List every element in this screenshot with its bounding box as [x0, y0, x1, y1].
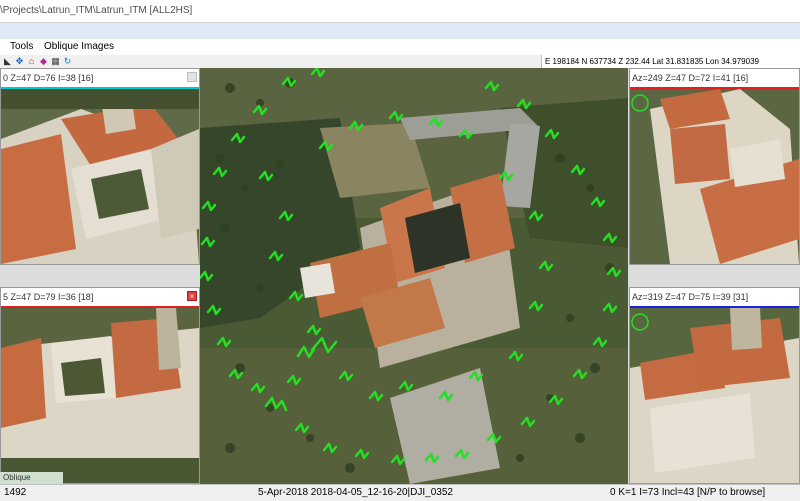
oblique-photo [630, 308, 799, 483]
status-bar: 1492 5-Apr-2018 2018-04-05_12-16-20|DJI_… [0, 484, 800, 501]
oblique-panel-mid-left[interactable]: 5 Z=47 D=79 I=36 [18] × [0, 287, 200, 484]
ribbon-band [0, 23, 800, 39]
aerial-map-image [200, 68, 628, 484]
grid-icon[interactable]: ▦ [50, 56, 61, 67]
oblique-photo [1, 89, 199, 264]
panel-close-button[interactable]: × [187, 291, 197, 301]
pointer-icon[interactable]: ◣ [2, 56, 13, 67]
menu-oblique-images[interactable]: Oblique Images [44, 41, 114, 52]
oblique-photo [630, 89, 799, 264]
coordinate-readout: E 198184 N 637734 Z 232.44 Lat 31.831835… [541, 55, 800, 68]
oblique-panel-top-left[interactable]: 0 Z=47 D=76 I=38 [16] [0, 68, 200, 265]
menu-bar: Tools Oblique Images [0, 39, 800, 55]
oblique-photo [1, 308, 199, 483]
oblique-label: Oblique [0, 472, 63, 484]
panel-title: 5 Z=47 D=79 I=36 [18] [1, 288, 199, 307]
panel-close-button[interactable] [187, 72, 197, 82]
title-bar: \Projects\Latrun_ITM\Latrun_ITM [ALL2HS] [0, 0, 800, 23]
aerial-map[interactable] [200, 68, 628, 484]
status-browse-hint: 0 K=1 I=73 Incl=43 [N/P to browse] [610, 487, 766, 498]
status-count: 1492 [4, 487, 27, 498]
menu-tools[interactable]: Tools [10, 41, 33, 52]
panel-title: Az=249 Z=47 D=72 I=41 [16] [630, 69, 799, 88]
pan-icon[interactable]: ✥ [14, 56, 25, 67]
home-icon[interactable]: ⌂ [26, 56, 37, 67]
oblique-panel-top-right[interactable]: Az=249 Z=47 D=72 I=41 [16] [629, 68, 800, 265]
window-title: \Projects\Latrun_ITM\Latrun_ITM [ALL2HS] [0, 5, 193, 16]
refresh-icon[interactable]: ↻ [62, 56, 73, 67]
oblique-panel-bottom-right[interactable]: Az=319 Z=47 D=75 I=39 [31] [629, 287, 800, 484]
panel-title: 0 Z=47 D=76 I=38 [16] [1, 69, 199, 88]
status-image-info: 5-Apr-2018 2018-04-05_12-16-20|DJI_0352 [258, 487, 453, 498]
panel-title: Az=319 Z=47 D=75 I=39 [31] [630, 288, 799, 307]
layers-icon[interactable]: ◆ [38, 56, 49, 67]
